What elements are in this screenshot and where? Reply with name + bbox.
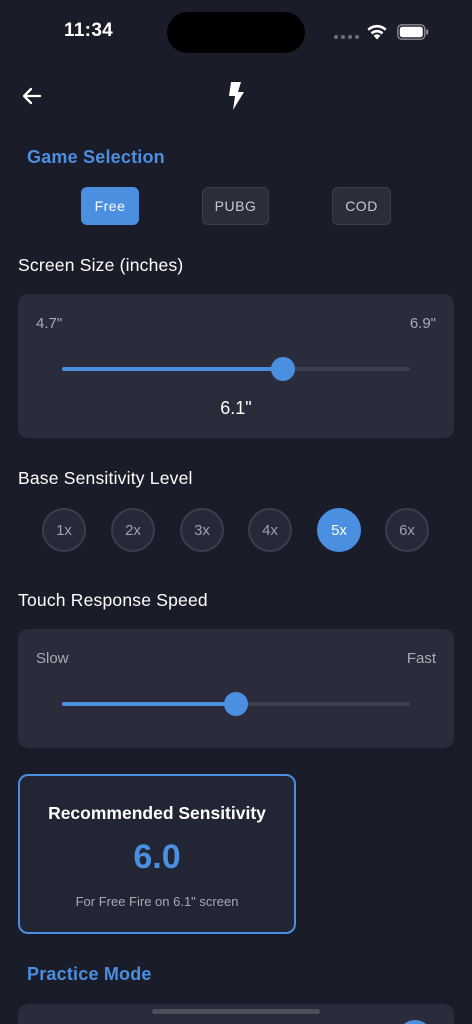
- screen-size-slider[interactable]: [62, 357, 410, 381]
- practice-mode-card[interactable]: [18, 1004, 454, 1024]
- game-selection-title: Game Selection: [27, 147, 165, 167]
- screen-size-card: 4.7" 6.9" 6.1": [18, 294, 454, 438]
- recommended-value: 6.0: [133, 838, 181, 876]
- game-option-free[interactable]: Free: [81, 187, 139, 225]
- touch-speed-slider[interactable]: [62, 692, 410, 716]
- lightning-bolt-icon: [229, 82, 244, 110]
- game-option-pubg[interactable]: PUBG: [202, 187, 269, 225]
- sensitivity-option-6x[interactable]: 6x: [385, 508, 429, 552]
- home-indicator[interactable]: [152, 1009, 320, 1014]
- sensitivity-option-4x[interactable]: 4x: [248, 508, 292, 552]
- screen-size-min-label: 4.7": [36, 315, 63, 332]
- sensitivity-option-1x[interactable]: 1x: [42, 508, 86, 552]
- screen-size-value: 6.1": [220, 398, 252, 418]
- dynamic-island: [167, 12, 305, 53]
- screen-size-slider-fill: [62, 367, 284, 371]
- touch-speed-title: Touch Response Speed: [18, 590, 208, 610]
- game-option-cod[interactable]: COD: [332, 187, 391, 225]
- screen-size-slider-thumb[interactable]: [271, 357, 296, 381]
- touch-speed-min-label: Slow: [36, 650, 69, 667]
- touch-speed-card: Slow Fast: [18, 629, 454, 748]
- sensitivity-option-2x[interactable]: 2x: [111, 508, 155, 552]
- touch-speed-max-label: Fast: [406, 650, 436, 667]
- touch-speed-slider-thumb[interactable]: [224, 692, 248, 716]
- practice-mode-title: Practice Mode: [27, 964, 152, 984]
- sensitivity-option-3x[interactable]: 3x: [180, 508, 224, 552]
- cellular-signal-icon: [334, 35, 359, 39]
- recommended-title: Recommended Sensitivity: [48, 803, 266, 823]
- screen-size-max-label: 6.9": [409, 315, 436, 332]
- touch-speed-slider-fill: [62, 702, 236, 706]
- screen-size-title: Screen Size (inches): [18, 255, 184, 275]
- recommended-subtitle: For Free Fire on 6.1" screen: [75, 894, 239, 909]
- base-sensitivity-title: Base Sensitivity Level: [18, 468, 193, 488]
- back-arrow-icon[interactable]: [20, 84, 44, 108]
- sensitivity-option-5x[interactable]: 5x: [317, 508, 361, 552]
- status-time: 11:34: [64, 20, 114, 41]
- wifi-icon: [367, 24, 387, 40]
- battery-icon: [397, 24, 429, 40]
- recommended-sensitivity-card: Recommended Sensitivity 6.0 For Free Fir…: [18, 774, 296, 934]
